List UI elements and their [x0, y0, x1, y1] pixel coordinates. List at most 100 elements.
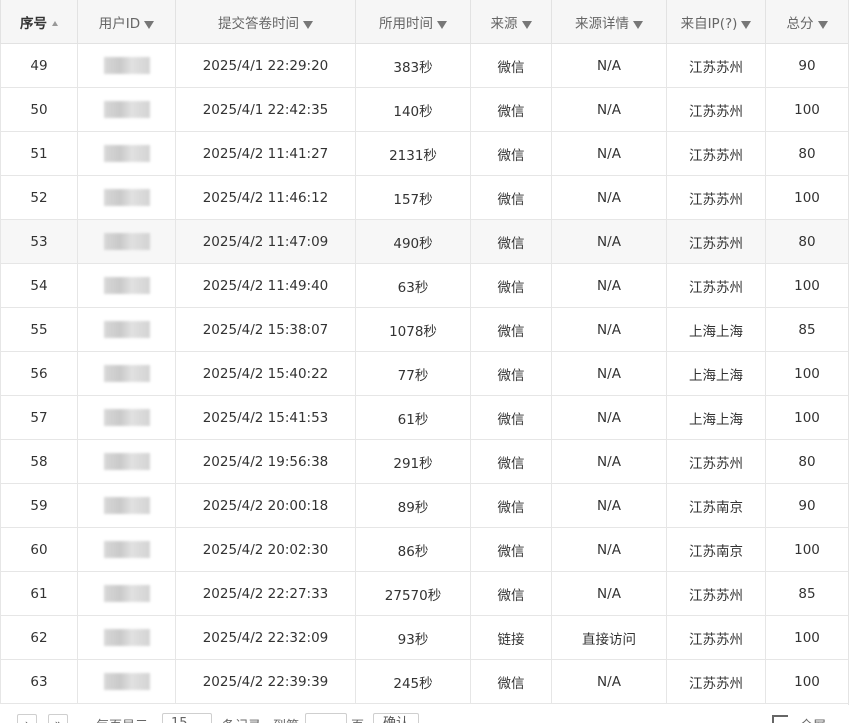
- header-ip[interactable]: 来自IP(?): [666, 0, 766, 44]
- cell-duration: 77秒: [355, 351, 471, 396]
- table-row[interactable]: 49 2025/4/1 22:29:20 383秒 微信 N/A 江苏苏州 90: [0, 43, 848, 88]
- table-row[interactable]: 56 2025/4/2 15:40:22 77秒 微信 N/A 上海上海 100: [0, 351, 848, 396]
- cell-ip: 江苏苏州: [666, 175, 766, 220]
- cell-source: 链接: [470, 615, 552, 660]
- table-row[interactable]: 58 2025/4/2 19:56:38 291秒 微信 N/A 江苏苏州 80: [0, 439, 848, 484]
- table-row[interactable]: 60 2025/4/2 20:02:30 86秒 微信 N/A 江苏南京 100: [0, 527, 848, 572]
- cell-source: 微信: [470, 87, 552, 132]
- cell-source-detail: N/A: [551, 483, 667, 528]
- table-row[interactable]: 63 2025/4/2 22:39:39 245秒 微信 N/A 江苏苏州 100: [0, 659, 848, 704]
- cell-duration: 61秒: [355, 395, 471, 440]
- cell-source-detail: N/A: [551, 43, 667, 88]
- last-page-button[interactable]: »: [48, 714, 68, 723]
- cell-index: 52: [0, 175, 78, 220]
- redacted-user-id: [103, 585, 150, 602]
- table-header-row: 序号 用户ID 提交答卷时间 所用时间 来源 来源详情 来自IP(?) 总分: [0, 0, 848, 44]
- cell-ip: 江苏苏州: [666, 659, 766, 704]
- filter-icon[interactable]: [817, 20, 828, 29]
- cell-duration: 140秒: [355, 87, 471, 132]
- cell-duration: 27570秒: [355, 571, 471, 616]
- cell-ip: 江苏苏州: [666, 263, 766, 308]
- confirm-button[interactable]: 确认: [373, 713, 419, 723]
- redacted-user-id: [103, 409, 150, 426]
- filter-icon[interactable]: [303, 20, 313, 29]
- filter-icon[interactable]: [144, 20, 155, 29]
- cell-source: 微信: [470, 439, 552, 484]
- cell-index: 61: [0, 571, 78, 616]
- cell-source: 微信: [470, 527, 552, 572]
- table-row[interactable]: 52 2025/4/2 11:46:12 157秒 微信 N/A 江苏苏州 100: [0, 175, 848, 220]
- table-row[interactable]: 59 2025/4/2 20:00:18 89秒 微信 N/A 江苏南京 90: [0, 483, 848, 528]
- cell-submit-time: 2025/4/2 20:02:30: [175, 527, 356, 572]
- redacted-user-id: [103, 365, 150, 382]
- cell-user-id: [77, 439, 176, 484]
- table-row[interactable]: 53 2025/4/2 11:47:09 490秒 微信 N/A 江苏苏州 80: [0, 219, 848, 264]
- cell-duration: 1078秒: [355, 307, 471, 352]
- cell-user-id: [77, 175, 176, 220]
- cell-index: 55: [0, 307, 78, 352]
- cell-score: 100: [765, 175, 848, 220]
- cell-duration: 157秒: [355, 175, 471, 220]
- header-submit-time[interactable]: 提交答卷时间: [175, 0, 356, 44]
- cell-score: 100: [765, 659, 848, 704]
- cell-score: 85: [765, 571, 848, 616]
- cell-submit-time: 2025/4/2 11:47:09: [175, 219, 356, 264]
- cell-source-detail: 直接访问: [551, 615, 667, 660]
- cell-ip: 江苏南京: [666, 483, 766, 528]
- redacted-user-id: [103, 145, 150, 162]
- header-score[interactable]: 总分: [765, 0, 848, 44]
- cell-source: 微信: [470, 263, 552, 308]
- cell-source-detail: N/A: [551, 527, 667, 572]
- cell-source-detail: N/A: [551, 571, 667, 616]
- cell-index: 57: [0, 395, 78, 440]
- filter-icon[interactable]: [633, 20, 643, 29]
- cell-submit-time: 2025/4/2 20:00:18: [175, 483, 356, 528]
- cell-source-detail: N/A: [551, 219, 667, 264]
- redacted-user-id: [103, 189, 150, 206]
- table-row[interactable]: 54 2025/4/2 11:49:40 63秒 微信 N/A 江苏苏州 100: [0, 263, 848, 308]
- redacted-user-id: [103, 101, 150, 118]
- header-source[interactable]: 来源: [470, 0, 552, 44]
- cell-index: 59: [0, 483, 78, 528]
- cell-user-id: [77, 87, 176, 132]
- cell-index: 60: [0, 527, 78, 572]
- cell-duration: 245秒: [355, 659, 471, 704]
- cell-user-id: [77, 395, 176, 440]
- header-user-id[interactable]: 用户ID: [77, 0, 176, 44]
- table-row[interactable]: 55 2025/4/2 15:38:07 1078秒 微信 N/A 上海上海 85: [0, 307, 848, 352]
- table-row[interactable]: 62 2025/4/2 22:32:09 93秒 链接 直接访问 江苏苏州 100: [0, 615, 848, 660]
- header-index[interactable]: 序号: [0, 0, 78, 44]
- cell-submit-time: 2025/4/2 22:32:09: [175, 615, 356, 660]
- cell-source: 微信: [470, 43, 552, 88]
- table-row[interactable]: 57 2025/4/2 15:41:53 61秒 微信 N/A 上海上海 100: [0, 395, 848, 440]
- cell-submit-time: 2025/4/1 22:42:35: [175, 87, 356, 132]
- header-duration[interactable]: 所用时间: [355, 0, 471, 44]
- filter-icon[interactable]: [521, 20, 532, 29]
- per-page-select[interactable]: 15: [162, 713, 212, 723]
- cell-score: 80: [765, 219, 848, 264]
- cell-index: 58: [0, 439, 78, 484]
- fullscreen-icon[interactable]: [772, 715, 788, 723]
- cell-index: 62: [0, 615, 78, 660]
- table-row[interactable]: 61 2025/4/2 22:27:33 27570秒 微信 N/A 江苏苏州 85: [0, 571, 848, 616]
- cell-index: 51: [0, 131, 78, 176]
- sort-asc-icon[interactable]: [52, 20, 58, 26]
- table-row[interactable]: 51 2025/4/2 11:41:27 2131秒 微信 N/A 江苏苏州 80: [0, 131, 848, 176]
- cell-user-id: [77, 527, 176, 572]
- cell-submit-time: 2025/4/2 11:49:40: [175, 263, 356, 308]
- cell-source: 微信: [470, 307, 552, 352]
- redacted-user-id: [103, 321, 150, 338]
- responses-table-container: 序号 用户ID 提交答卷时间 所用时间 来源 来源详情 来自IP(?) 总分 4…: [0, 0, 849, 705]
- cell-submit-time: 2025/4/1 22:29:20: [175, 43, 356, 88]
- filter-icon[interactable]: [741, 20, 752, 29]
- cell-index: 54: [0, 263, 78, 308]
- fullscreen-button[interactable]: 全屏: [800, 715, 826, 723]
- cell-ip: 江苏苏州: [666, 87, 766, 132]
- table-row[interactable]: 50 2025/4/1 22:42:35 140秒 微信 N/A 江苏苏州 100: [0, 87, 848, 132]
- goto-page-input[interactable]: [305, 713, 347, 723]
- cell-submit-time: 2025/4/2 11:41:27: [175, 131, 356, 176]
- filter-icon[interactable]: [437, 20, 447, 29]
- next-page-button[interactable]: ›: [17, 714, 37, 723]
- cell-index: 49: [0, 43, 78, 88]
- header-source-detail[interactable]: 来源详情: [551, 0, 667, 44]
